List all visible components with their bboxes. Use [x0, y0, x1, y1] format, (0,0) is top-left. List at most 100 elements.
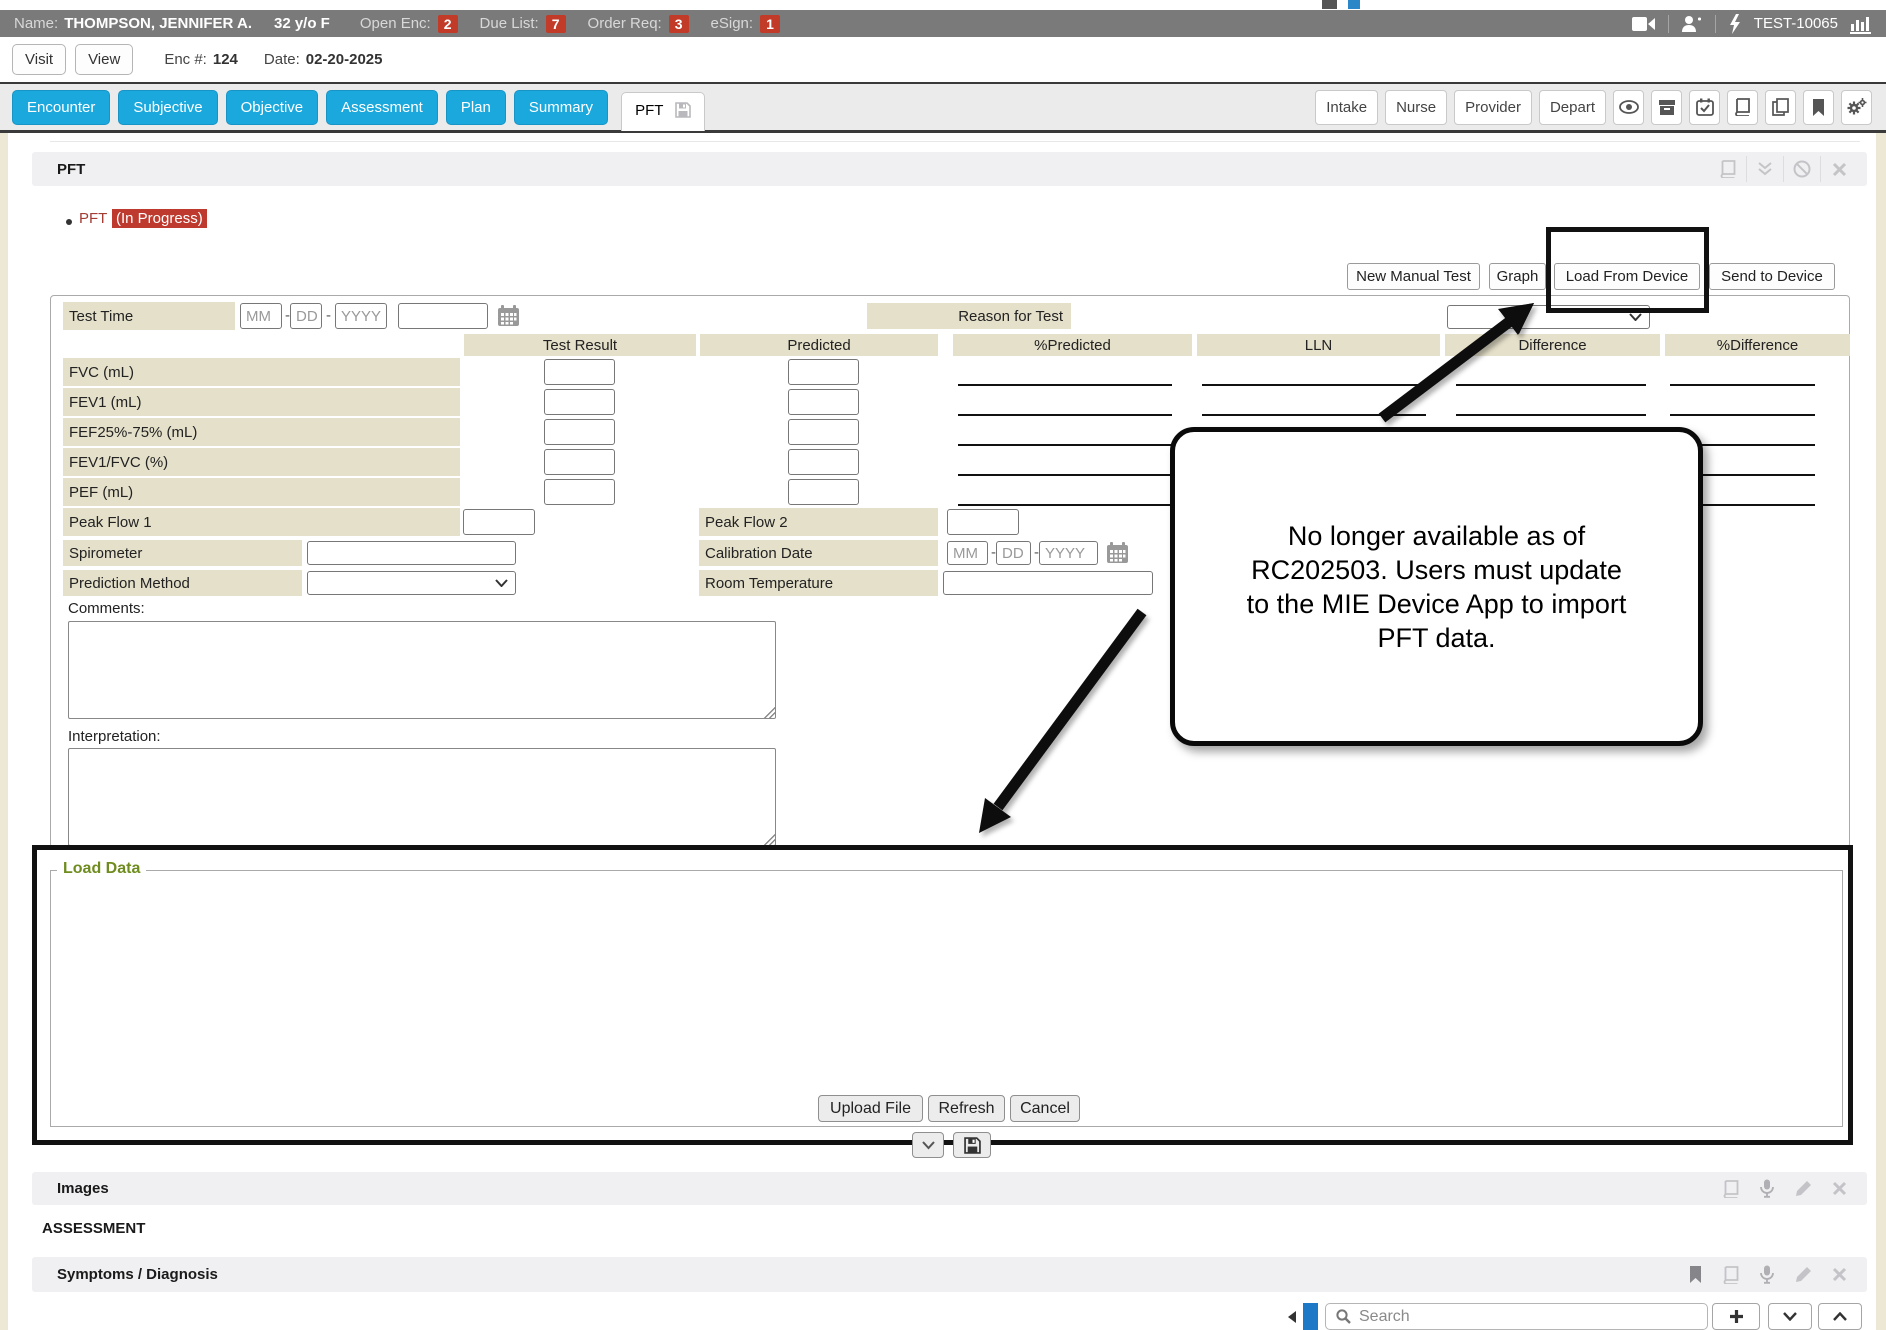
fev1-fvc-predicted-input[interactable] — [788, 449, 859, 475]
enc-number-value: 124 — [213, 51, 238, 68]
difference-blank — [1456, 414, 1646, 416]
comments-textarea[interactable] — [68, 621, 776, 719]
bookmark-icon-button[interactable] — [1803, 90, 1834, 125]
provider-button[interactable]: Provider — [1454, 90, 1532, 125]
microphone-icon[interactable] — [1749, 1265, 1785, 1284]
save-disk-icon[interactable] — [675, 102, 691, 118]
calibration-day-input[interactable] — [996, 541, 1031, 565]
book-icon[interactable] — [1713, 1180, 1749, 1198]
close-icon[interactable] — [1821, 1267, 1857, 1282]
eye-icon-button[interactable] — [1613, 90, 1644, 125]
peak-flow-2-input[interactable] — [947, 509, 1019, 535]
gears-icon-button[interactable] — [1841, 90, 1872, 125]
pencil-icon[interactable] — [1785, 1266, 1821, 1283]
book-icon[interactable] — [1713, 1266, 1749, 1284]
tab-subjective[interactable]: Subjective — [118, 90, 217, 125]
row-label: FVC (mL) — [63, 358, 460, 386]
send-to-device-button[interactable]: Send to Device — [1709, 263, 1835, 290]
callout-line: RC202503. Users must update — [1251, 553, 1622, 587]
peak-flow-1-input[interactable] — [463, 509, 535, 535]
save-disk-button[interactable] — [953, 1132, 991, 1158]
copy-icon-button[interactable] — [1765, 90, 1796, 125]
double-chevron-down-icon[interactable] — [1747, 162, 1783, 176]
annotation-callout: No longer available as of RC202503. User… — [1170, 427, 1703, 746]
bookmark-icon[interactable] — [1677, 1266, 1713, 1283]
calibration-month-input[interactable] — [947, 541, 988, 565]
tab-encounter[interactable]: Encounter — [12, 90, 110, 125]
spirometer-label: Spirometer — [63, 540, 302, 566]
percent-predicted-blank — [958, 384, 1172, 386]
spirometer-input[interactable] — [307, 541, 516, 565]
test-time-day-input[interactable] — [290, 303, 322, 329]
due-list-badge[interactable]: 7 — [546, 15, 566, 33]
refresh-button[interactable]: Refresh — [928, 1095, 1005, 1122]
pft-list-item-link[interactable]: PFT — [79, 210, 107, 227]
upload-file-button[interactable]: Upload File — [818, 1095, 923, 1122]
chevron-up-button[interactable] — [1818, 1303, 1862, 1330]
video-camera-icon[interactable] — [1632, 16, 1656, 32]
collapse-left-icon[interactable] — [1286, 1310, 1298, 1324]
collapse-chevron-button[interactable] — [912, 1132, 944, 1158]
esign-badge[interactable]: 1 — [760, 15, 780, 33]
order-req-badge[interactable]: 3 — [669, 15, 689, 33]
tab-summary[interactable]: Summary — [514, 90, 608, 125]
pencil-icon[interactable] — [1785, 1180, 1821, 1197]
chevron-down-button[interactable] — [1768, 1303, 1812, 1330]
fev1-predicted-input[interactable] — [788, 389, 859, 415]
fvc-predicted-input[interactable] — [788, 359, 859, 385]
visit-button[interactable]: Visit — [12, 44, 66, 75]
pef-test-result-input[interactable] — [544, 479, 615, 505]
archive-icon-button[interactable] — [1651, 90, 1682, 125]
view-button[interactable]: View — [75, 44, 133, 75]
prediction-method-select[interactable] — [307, 571, 516, 595]
bar-chart-icon[interactable] — [1850, 14, 1872, 34]
left-edge-strip — [0, 133, 8, 1330]
tab-plan[interactable]: Plan — [446, 90, 506, 125]
interpretation-textarea[interactable] — [68, 748, 776, 846]
book-icon-button[interactable] — [1727, 90, 1758, 125]
due-list-label: Due List: — [480, 15, 539, 32]
callout-line: PFT data. — [1377, 621, 1495, 655]
new-manual-test-button[interactable]: New Manual Test — [1347, 263, 1480, 290]
fef-test-result-input[interactable] — [544, 419, 615, 445]
add-user-icon[interactable] — [1681, 15, 1703, 33]
search-box[interactable] — [1325, 1303, 1708, 1330]
ban-icon[interactable] — [1784, 160, 1820, 178]
calendar-icon[interactable] — [497, 304, 520, 327]
microphone-icon[interactable] — [1749, 1179, 1785, 1198]
close-icon[interactable] — [1821, 1181, 1857, 1196]
intake-button[interactable]: Intake — [1315, 90, 1378, 125]
calendar-icon[interactable] — [1106, 541, 1129, 564]
tab-assessment[interactable]: Assessment — [326, 90, 438, 125]
test-time-month-input[interactable] — [240, 303, 282, 329]
test-time-year-input[interactable] — [335, 303, 387, 329]
lln-blank — [1202, 414, 1426, 416]
lightning-icon[interactable] — [1728, 14, 1742, 34]
add-button[interactable] — [1712, 1303, 1760, 1330]
right-edge-strip[interactable] — [1876, 133, 1886, 1330]
lln-blank — [1202, 384, 1426, 386]
resize-grip[interactable] — [764, 707, 775, 718]
cancel-button[interactable]: Cancel — [1010, 1095, 1080, 1122]
open-enc-badge[interactable]: 2 — [438, 15, 458, 33]
fef-predicted-input[interactable] — [788, 419, 859, 445]
fvc-test-result-input[interactable] — [544, 359, 615, 385]
book-icon[interactable] — [1710, 160, 1746, 178]
test-time-time-input[interactable] — [398, 303, 488, 329]
tab-pft-active[interactable]: PFT — [621, 92, 705, 131]
graph-button[interactable]: Graph — [1489, 263, 1546, 290]
calendar-check-icon-button[interactable] — [1689, 90, 1720, 125]
depart-button[interactable]: Depart — [1539, 90, 1606, 125]
pef-predicted-input[interactable] — [788, 479, 859, 505]
name-label: Name: — [14, 15, 58, 32]
search-input[interactable] — [1359, 1308, 1659, 1326]
room-temperature-input[interactable] — [943, 571, 1153, 595]
close-icon[interactable] — [1821, 162, 1857, 177]
tab-objective[interactable]: Objective — [226, 90, 319, 125]
nurse-button[interactable]: Nurse — [1385, 90, 1447, 125]
resize-grip[interactable] — [764, 834, 775, 845]
percent-predicted-blank — [958, 504, 1172, 506]
calibration-year-input[interactable] — [1039, 541, 1098, 565]
fev1-fvc-test-result-input[interactable] — [544, 449, 615, 475]
fev1-test-result-input[interactable] — [544, 389, 615, 415]
